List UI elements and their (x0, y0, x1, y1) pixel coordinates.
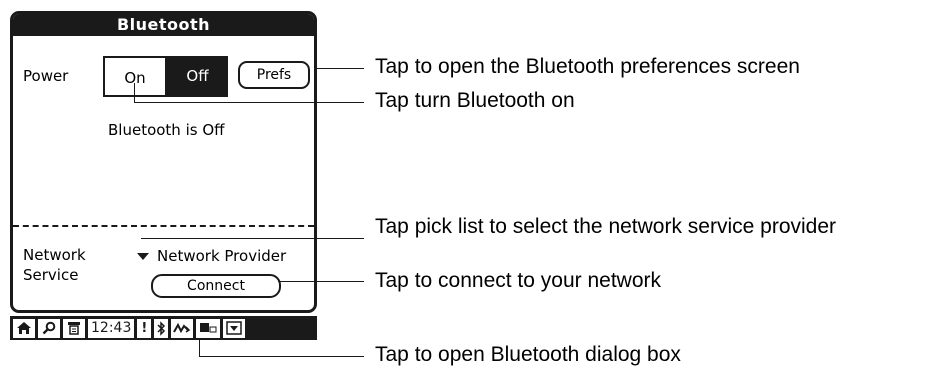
network-provider-picklist[interactable]: Network Provider (137, 247, 286, 265)
section-divider (13, 225, 314, 227)
callout-line-connect (278, 281, 364, 282)
bluetooth-screen: Bluetooth Power On Off Prefs Bluetooth i… (10, 11, 317, 313)
clock-time[interactable]: 12:43 (88, 318, 135, 338)
callout-dialog: Tap to open Bluetooth dialog box (375, 343, 681, 366)
callout-picklist: Tap pick list to select the network serv… (375, 215, 837, 238)
power-off-button[interactable]: Off (167, 56, 228, 97)
graffiti-icon[interactable] (171, 318, 194, 338)
home-icon[interactable] (13, 318, 35, 338)
callout-on: Tap turn Bluetooth on (375, 89, 575, 112)
network-service-label-line2: Service (23, 266, 79, 284)
callout-line-dialog-horizontal (199, 356, 364, 357)
status-bar: 12:43 ! (10, 316, 317, 340)
network-service-label-line1: Network (23, 246, 86, 264)
keyboard-icon[interactable] (196, 318, 221, 338)
callout-connect: Tap to connect to your network (375, 269, 661, 292)
callout-line-on-vertical (134, 83, 135, 102)
menu-icon[interactable] (63, 318, 85, 338)
input-area-icon[interactable] (223, 318, 246, 338)
network-provider-value: Network Provider (157, 247, 287, 265)
power-label: Power (23, 67, 69, 85)
screen-title: Bluetooth (13, 14, 314, 36)
power-on-button[interactable]: On (103, 56, 167, 97)
alert-icon[interactable]: ! (137, 318, 152, 338)
callout-line-picklist (141, 238, 364, 239)
callout-line-on-horizontal (134, 102, 364, 103)
callout-line-dialog-vertical (199, 338, 200, 356)
bluetooth-status-text: Bluetooth is Off (108, 121, 225, 139)
bluetooth-icon[interactable] (154, 318, 169, 338)
picklist-triangle-icon (137, 253, 149, 260)
prefs-button[interactable]: Prefs (238, 61, 310, 89)
connect-button[interactable]: Connect (151, 274, 281, 298)
callout-line-prefs (316, 68, 364, 69)
find-icon[interactable] (38, 318, 60, 338)
callout-prefs: Tap to open the Bluetooth preferences sc… (375, 55, 800, 78)
